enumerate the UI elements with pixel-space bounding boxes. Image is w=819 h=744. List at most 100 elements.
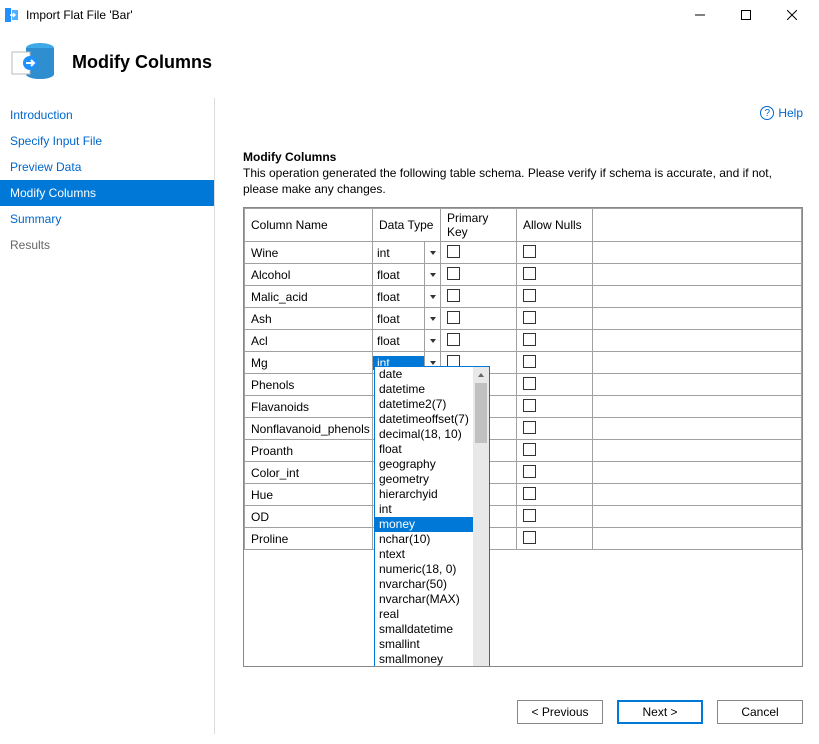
allow-nulls-checkbox[interactable] xyxy=(523,487,536,500)
sidebar-item-modify-columns[interactable]: Modify Columns xyxy=(0,180,214,206)
datatype-option[interactable]: float xyxy=(375,442,473,457)
scroll-track[interactable] xyxy=(473,383,489,667)
data-type-cell[interactable]: float xyxy=(373,308,441,330)
datatype-option[interactable]: decimal(18, 10) xyxy=(375,427,473,442)
datatype-option[interactable]: datetime xyxy=(375,382,473,397)
allow-nulls-checkbox[interactable] xyxy=(523,333,536,346)
sidebar-item-preview-data[interactable]: Preview Data xyxy=(0,154,214,180)
close-button[interactable] xyxy=(769,0,815,30)
allow-nulls-checkbox[interactable] xyxy=(523,443,536,456)
primary-key-cell[interactable] xyxy=(441,308,517,330)
primary-key-cell[interactable] xyxy=(441,242,517,264)
primary-key-checkbox[interactable] xyxy=(447,311,460,324)
column-name-cell[interactable]: Wine xyxy=(245,242,373,264)
datatype-option[interactable]: nvarchar(50) xyxy=(375,577,473,592)
sidebar-item-results[interactable]: Results xyxy=(0,232,214,258)
chevron-down-icon[interactable] xyxy=(424,286,440,307)
allow-nulls-cell[interactable] xyxy=(517,484,593,506)
allow-nulls-cell[interactable] xyxy=(517,352,593,374)
allow-nulls-checkbox[interactable] xyxy=(523,289,536,302)
primary-key-checkbox[interactable] xyxy=(447,289,460,302)
sidebar-item-specify-input-file[interactable]: Specify Input File xyxy=(0,128,214,154)
help-link[interactable]: ? Help xyxy=(760,106,803,120)
allow-nulls-cell[interactable] xyxy=(517,528,593,550)
chevron-down-icon[interactable] xyxy=(424,330,440,351)
datatype-option[interactable]: smalldatetime xyxy=(375,622,473,637)
allow-nulls-cell[interactable] xyxy=(517,374,593,396)
column-name-cell[interactable]: Nonflavanoid_phenols xyxy=(245,418,373,440)
allow-nulls-cell[interactable] xyxy=(517,264,593,286)
datatype-option[interactable]: datetime2(7) xyxy=(375,397,473,412)
allow-nulls-checkbox[interactable] xyxy=(523,531,536,544)
allow-nulls-checkbox[interactable] xyxy=(523,399,536,412)
column-name-cell[interactable]: Proline xyxy=(245,528,373,550)
column-name-cell[interactable]: Proanth xyxy=(245,440,373,462)
chevron-down-icon[interactable] xyxy=(424,308,440,329)
maximize-button[interactable] xyxy=(723,0,769,30)
sidebar-item-summary[interactable]: Summary xyxy=(0,206,214,232)
scroll-up-arrow[interactable] xyxy=(473,367,489,383)
data-type-cell[interactable]: float xyxy=(373,330,441,352)
allow-nulls-checkbox[interactable] xyxy=(523,355,536,368)
allow-nulls-cell[interactable] xyxy=(517,506,593,528)
allow-nulls-cell[interactable] xyxy=(517,308,593,330)
column-name-cell[interactable]: Alcohol xyxy=(245,264,373,286)
datatype-option[interactable]: numeric(18, 0) xyxy=(375,562,473,577)
dropdown-scrollbar[interactable] xyxy=(473,367,489,667)
allow-nulls-checkbox[interactable] xyxy=(523,311,536,324)
datatype-option[interactable]: ntext xyxy=(375,547,473,562)
allow-nulls-cell[interactable] xyxy=(517,242,593,264)
allow-nulls-checkbox[interactable] xyxy=(523,245,536,258)
allow-nulls-checkbox[interactable] xyxy=(523,377,536,390)
allow-nulls-cell[interactable] xyxy=(517,396,593,418)
datatype-option[interactable]: hierarchyid xyxy=(375,487,473,502)
datatype-option[interactable]: nchar(10) xyxy=(375,532,473,547)
datatype-dropdown[interactable]: datedatetimedatetime2(7)datetimeoffset(7… xyxy=(374,366,490,667)
allow-nulls-cell[interactable] xyxy=(517,462,593,484)
scroll-thumb[interactable] xyxy=(475,383,487,443)
allow-nulls-cell[interactable] xyxy=(517,440,593,462)
primary-key-cell[interactable] xyxy=(441,264,517,286)
allow-nulls-checkbox[interactable] xyxy=(523,267,536,280)
primary-key-checkbox[interactable] xyxy=(447,245,460,258)
data-type-cell[interactable]: float xyxy=(373,286,441,308)
primary-key-cell[interactable] xyxy=(441,286,517,308)
allow-nulls-cell[interactable] xyxy=(517,286,593,308)
next-button[interactable]: Next > xyxy=(617,700,703,724)
primary-key-checkbox[interactable] xyxy=(447,333,460,346)
allow-nulls-checkbox[interactable] xyxy=(523,509,536,522)
allow-nulls-cell[interactable] xyxy=(517,418,593,440)
allow-nulls-checkbox[interactable] xyxy=(523,421,536,434)
datatype-option[interactable]: smallmoney xyxy=(375,652,473,667)
data-type-cell[interactable]: float xyxy=(373,264,441,286)
sidebar-item-introduction[interactable]: Introduction xyxy=(0,102,214,128)
primary-key-checkbox[interactable] xyxy=(447,267,460,280)
datatype-option[interactable]: nvarchar(MAX) xyxy=(375,592,473,607)
previous-button[interactable]: < Previous xyxy=(517,700,603,724)
column-name-cell[interactable]: Mg xyxy=(245,352,373,374)
datatype-option[interactable]: real xyxy=(375,607,473,622)
data-type-cell[interactable]: int xyxy=(373,242,441,264)
primary-key-cell[interactable] xyxy=(441,330,517,352)
cancel-button[interactable]: Cancel xyxy=(717,700,803,724)
allow-nulls-cell[interactable] xyxy=(517,330,593,352)
chevron-down-icon[interactable] xyxy=(424,264,440,285)
minimize-button[interactable] xyxy=(677,0,723,30)
column-name-cell[interactable]: Ash xyxy=(245,308,373,330)
column-name-cell[interactable]: Flavanoids xyxy=(245,396,373,418)
column-name-cell[interactable]: Phenols xyxy=(245,374,373,396)
allow-nulls-checkbox[interactable] xyxy=(523,465,536,478)
datatype-option[interactable]: smallint xyxy=(375,637,473,652)
datatype-option[interactable]: money xyxy=(375,517,473,532)
column-name-cell[interactable]: Acl xyxy=(245,330,373,352)
datatype-option[interactable]: int xyxy=(375,502,473,517)
datatype-option[interactable]: geometry xyxy=(375,472,473,487)
column-name-cell[interactable]: Malic_acid xyxy=(245,286,373,308)
column-name-cell[interactable]: Hue xyxy=(245,484,373,506)
datatype-option[interactable]: datetimeoffset(7) xyxy=(375,412,473,427)
datatype-option[interactable]: geography xyxy=(375,457,473,472)
datatype-option[interactable]: date xyxy=(375,367,473,382)
column-name-cell[interactable]: OD xyxy=(245,506,373,528)
chevron-down-icon[interactable] xyxy=(424,242,440,263)
column-name-cell[interactable]: Color_int xyxy=(245,462,373,484)
